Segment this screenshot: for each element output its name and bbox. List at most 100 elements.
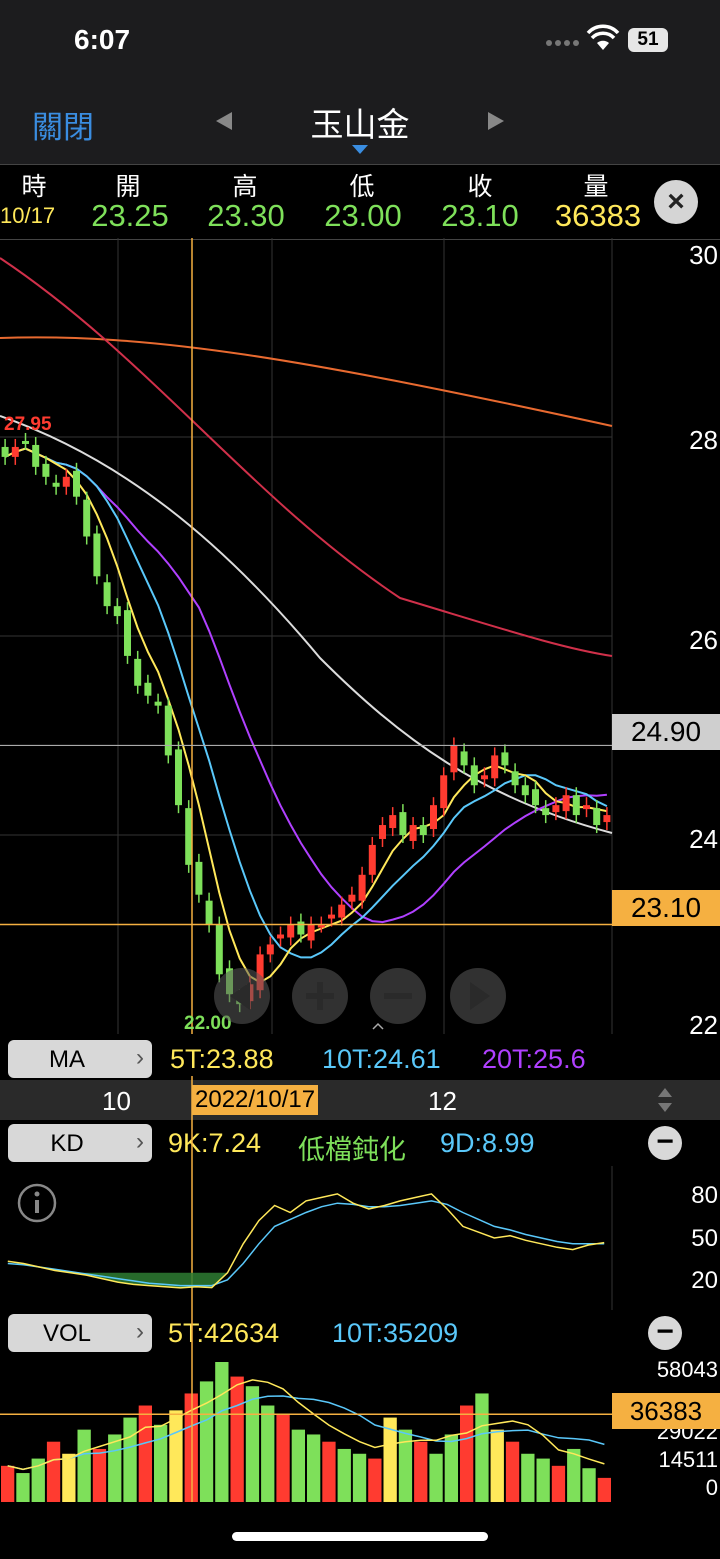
candle-body — [93, 533, 101, 577]
price-label-28: 28 — [689, 425, 718, 455]
candle-body — [399, 812, 407, 835]
price-chart[interactable] — [0, 238, 613, 1034]
volume-chart — [0, 1310, 612, 1502]
volume-bar — [567, 1448, 581, 1502]
candle-body — [440, 775, 448, 809]
vol10-value: 10T:35209 — [332, 1318, 459, 1348]
plus-icon — [306, 982, 334, 1010]
volume-bar — [398, 1429, 413, 1502]
battery-indicator: 51 — [628, 28, 668, 52]
candle-body — [562, 795, 570, 812]
volume-bar — [597, 1477, 611, 1502]
volume-bar — [368, 1458, 382, 1502]
price-label-30: 30 — [689, 240, 718, 270]
kd-level-50: 50 — [691, 1225, 718, 1252]
volume-bar — [245, 1386, 260, 1502]
high-annotation: 27.95 — [4, 414, 52, 435]
volume-bar — [138, 1405, 152, 1502]
vol-level-zero: 0 — [705, 1475, 718, 1500]
remove-kd-icon[interactable]: − — [648, 1126, 682, 1160]
candle-body — [195, 861, 203, 895]
volume-bar — [429, 1453, 443, 1502]
ma20-line — [4, 447, 607, 924]
candle-body — [124, 610, 131, 656]
crosshair-price-badge: 24.90 — [612, 714, 720, 750]
candle-body — [154, 701, 162, 706]
candle-body — [583, 805, 590, 810]
candle-body — [113, 606, 121, 617]
kd-k-value: 9K:7.24 — [168, 1128, 262, 1158]
zoom-in-button[interactable] — [292, 968, 348, 1024]
play-right-icon — [470, 982, 490, 1010]
candle-body — [307, 924, 315, 941]
volume-bar — [337, 1448, 351, 1502]
candle-body — [62, 476, 70, 487]
volume-bar — [123, 1417, 137, 1502]
price-label-24: 24 — [689, 824, 718, 854]
candle-body — [134, 658, 142, 686]
ohlc-panel: 時 開 高 低 收 量 10/17 23.25 23.30 23.00 23.1… — [0, 164, 720, 240]
ma5-value: 5T:23.88 — [170, 1044, 274, 1074]
vol-button-label: VOL — [42, 1320, 92, 1347]
remove-vol-icon[interactable]: − — [648, 1316, 682, 1350]
candle-body — [328, 914, 335, 919]
play-left-icon — [230, 982, 250, 1010]
volume-bar — [92, 1448, 107, 1502]
kd-row: KD › 9K:7.24 低檔鈍化 9D:8.99 − — [0, 1120, 720, 1166]
volume-bar — [490, 1429, 504, 1502]
kd-d-value: 9D:8.99 — [440, 1128, 535, 1158]
low-value: 23.00 — [324, 198, 402, 233]
candle-body — [103, 582, 111, 607]
candle-body — [542, 808, 550, 816]
candle-body — [11, 446, 19, 457]
volume-value: 36383 — [554, 198, 642, 233]
kd-chart — [0, 1076, 613, 1310]
candle-body — [22, 440, 29, 444]
volume-bar — [62, 1453, 76, 1502]
zoom-out-button[interactable] — [370, 968, 426, 1024]
chevron-right-icon: › — [136, 1318, 144, 1345]
volume-bar — [291, 1429, 305, 1502]
scroll-left-button[interactable] — [214, 968, 270, 1024]
candle-body — [42, 463, 50, 477]
current-volume-badge: 36383 — [612, 1393, 720, 1429]
candle-body — [481, 775, 488, 780]
vol-row: VOL › 5T:42634 10T:35209 − — [0, 1310, 720, 1356]
date-label-10: 10 — [102, 1086, 131, 1116]
volume-bar — [505, 1441, 520, 1502]
candle-body — [419, 825, 427, 835]
volume-bar — [521, 1453, 535, 1502]
candle-body — [572, 795, 580, 816]
ma-button[interactable]: MA › — [8, 1040, 152, 1078]
volume-bar — [46, 1441, 61, 1502]
candle-body — [593, 808, 601, 826]
candle-body — [389, 815, 397, 829]
candle-body — [460, 751, 468, 766]
volume-bar — [261, 1405, 275, 1502]
price-label-26: 26 — [689, 625, 718, 655]
candle-body — [52, 482, 60, 487]
candle-body — [603, 815, 611, 823]
volume-bar — [276, 1414, 290, 1502]
vol-button[interactable]: VOL › — [8, 1314, 152, 1352]
candle-body — [205, 900, 213, 925]
date-axis[interactable]: 10 2022/10/17 12 — [0, 1080, 720, 1120]
kd-button[interactable]: KD › — [8, 1124, 152, 1162]
kd-level-20: 20 — [691, 1267, 718, 1294]
candle-body — [379, 825, 386, 839]
ma5-line — [4, 447, 608, 984]
candle-body — [73, 470, 80, 497]
volume-bar — [536, 1458, 550, 1502]
candle-body — [470, 765, 478, 786]
candle-body — [1, 446, 9, 457]
scroll-right-button[interactable] — [450, 968, 506, 1024]
candle-body — [430, 805, 437, 830]
close-ohlc-icon[interactable]: × — [654, 180, 698, 224]
stock-title: 玉山金 — [310, 106, 410, 143]
volume-bar — [215, 1362, 229, 1502]
ma10-value: 10T:24.61 — [322, 1044, 441, 1074]
candle-body — [368, 844, 376, 875]
volume-bar — [169, 1410, 183, 1502]
candle-body — [175, 749, 182, 806]
high-value: 23.30 — [207, 198, 285, 233]
